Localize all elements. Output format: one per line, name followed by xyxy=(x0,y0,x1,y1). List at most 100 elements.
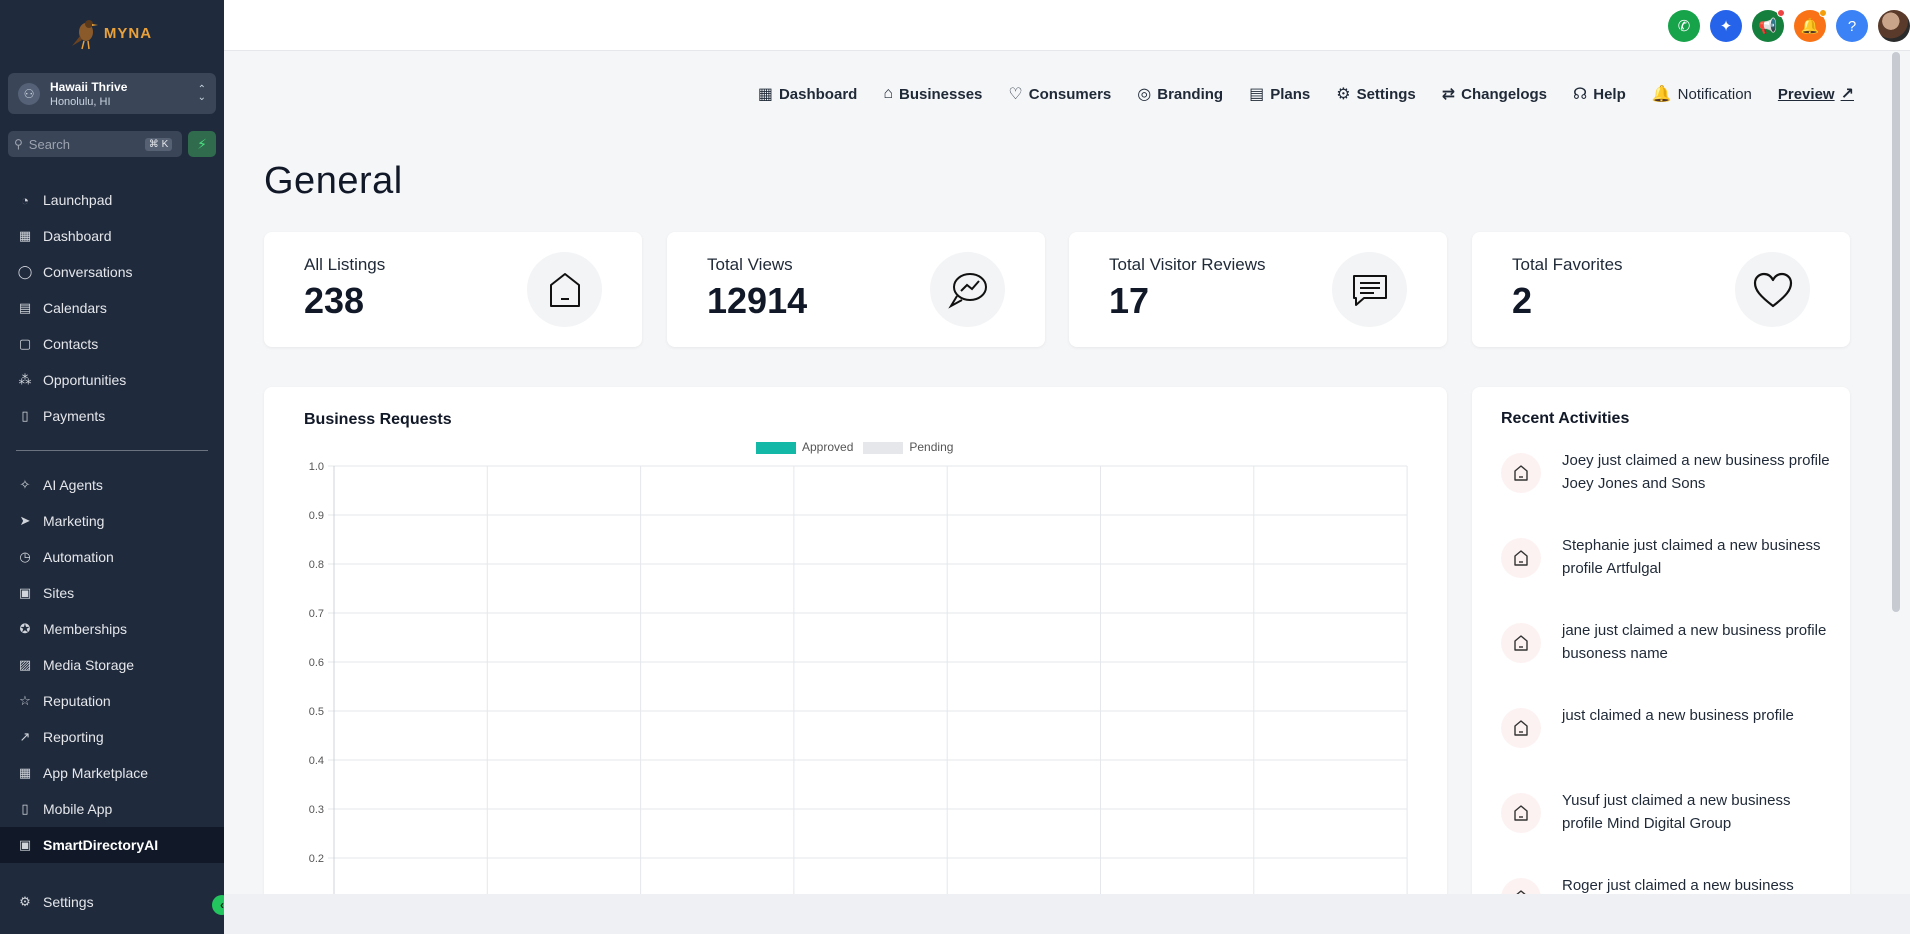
stat-card-total-views: Total Views 12914 xyxy=(667,232,1045,347)
activity-text: Joey just claimed a new business profile… xyxy=(1562,452,1830,492)
mobile-icon: ▯ xyxy=(21,801,29,816)
directory-icon: ▣ xyxy=(18,837,32,852)
nav-plans[interactable]: ▤ Plans xyxy=(1249,84,1310,104)
activity-text: Stephanie just claimed a new business pr… xyxy=(1562,537,1821,577)
stat-label: Total Views xyxy=(707,255,793,274)
bell-icon: 🔔 xyxy=(1800,18,1820,35)
stat-value: 238 xyxy=(304,280,365,321)
sidebar-item-payments[interactable]: ▯ Payments xyxy=(0,398,224,434)
sidebar-item-label: SmartDirectoryAI xyxy=(43,837,159,853)
sidebar-item-label: Reporting xyxy=(43,729,104,745)
stat-label: Total Favorites xyxy=(1512,255,1623,274)
stat-value: 12914 xyxy=(707,280,808,321)
y-tick-label: 0.6 xyxy=(309,657,324,669)
sidebar-search: ⚲ ⌘ K xyxy=(8,131,182,157)
sidebar-item-reporting[interactable]: ↗ Reporting xyxy=(0,719,224,755)
sidebar-item-calendars[interactable]: ▤ Calendars xyxy=(0,290,224,326)
sidebar-item-memberships[interactable]: ✪ Memberships xyxy=(0,611,224,647)
sidebar-item-sites[interactable]: ▣ Sites xyxy=(0,575,224,611)
launchpad-icon: ◔ xyxy=(21,192,29,208)
sidebar-item-conversations[interactable]: ◯ Conversations xyxy=(0,254,224,290)
sidebar-item-app-marketplace[interactable]: ▦ App Marketplace xyxy=(0,755,224,791)
sidebar-item-media-storage[interactable]: ▨ Media Storage xyxy=(0,647,224,683)
activity-item[interactable]: just claimed a new business profile xyxy=(1501,704,1831,789)
magic-button[interactable]: ✦ xyxy=(1710,10,1742,42)
stat-card-total-visitor-reviews: Total Visitor Reviews 17 xyxy=(1069,232,1447,347)
apps-icon: ▦ xyxy=(18,765,32,780)
location-switcher[interactable]: ⚇ Hawaii Thrive Honolulu, HI ⌃ ⌄ xyxy=(8,73,216,114)
nav-businesses[interactable]: ⌂ Businesses xyxy=(883,85,982,103)
activity-item[interactable]: Yusuf just claimed a new business profil… xyxy=(1501,789,1831,874)
nav-label: Changelogs xyxy=(1461,85,1548,103)
nav-help[interactable]: ☊ Help xyxy=(1573,84,1626,104)
directory-nav: ▦ Dashboard ⌂ Businesses ♡ Consumers ◎ Brand… xyxy=(758,84,1854,104)
quick-actions-button[interactable]: ⚡ xyxy=(188,131,216,157)
house-icon xyxy=(527,252,602,327)
gear-icon: ⚙ xyxy=(1336,86,1351,103)
nav-preview[interactable]: Preview ↗ xyxy=(1778,84,1854,104)
nav-dashboard[interactable]: ▦ Dashboard xyxy=(758,84,857,104)
nav-label: Plans xyxy=(1270,85,1311,103)
sites-icon: ▣ xyxy=(18,585,32,600)
chat-icon: ◯ xyxy=(17,264,33,279)
activity-item[interactable]: Stephanie just claimed a new business pr… xyxy=(1501,534,1831,619)
notifications-button[interactable]: 🔔 xyxy=(1794,9,1827,42)
sidebar-item-label: Media Storage xyxy=(43,657,135,673)
announcements-button[interactable]: 📢 xyxy=(1752,9,1785,42)
activity-item[interactable]: jane just claimed a new business profile… xyxy=(1501,619,1831,704)
sidebar-item-automation[interactable]: ◷ Automation xyxy=(0,539,224,575)
business-requests-chart-card: Business Requests Approved Pending 1.0 0.… xyxy=(264,387,1447,934)
sidebar-item-smartdirectoryai[interactable]: ▣ SmartDirectoryAI xyxy=(0,827,224,863)
page-scrollbar[interactable] xyxy=(1892,52,1900,612)
sidebar-primary-nav: ◔ Launchpad ▦ Dashboard ◯ Conversations ▤ Ca… xyxy=(0,182,224,434)
sidebar-item-ai-agents[interactable]: ✧ AI Agents xyxy=(0,467,224,503)
y-tick-label: 0.9 xyxy=(309,510,324,522)
sidebar-item-contacts[interactable]: ▢ Contacts xyxy=(0,326,224,362)
plans-icon: ▤ xyxy=(1249,86,1265,103)
gear-icon: ⚙ xyxy=(19,894,31,909)
phone-button[interactable]: ✆ xyxy=(1668,10,1700,42)
nav-consumers[interactable]: ♡ Consumers xyxy=(1008,84,1111,104)
sidebar-item-marketing[interactable]: ➤ Marketing xyxy=(0,503,224,539)
stat-card-all-listings: All Listings 238 xyxy=(264,232,642,347)
nav-label: Notification xyxy=(1677,85,1752,103)
sidebar-item-launchpad[interactable]: ◔ Launchpad xyxy=(0,182,224,218)
stat-card-total-favorites: Total Favorites 2 xyxy=(1472,232,1850,347)
opportunities-icon: ⁂ xyxy=(18,372,32,387)
location-name: Hawaii Thrive xyxy=(50,79,128,94)
activity-text: just claimed a new business profile xyxy=(1562,707,1794,724)
location-city: Honolulu, HI xyxy=(50,95,111,108)
ai-agents-icon: ✧ xyxy=(19,477,31,492)
sidebar-item-mobile-app[interactable]: ▯ Mobile App xyxy=(0,791,224,827)
logo[interactable]: MYNA xyxy=(0,0,224,66)
nav-label: Consumers xyxy=(1028,85,1112,103)
sidebar-item-label: Marketing xyxy=(43,513,105,529)
bird-logo-icon xyxy=(71,20,98,50)
image-icon: ▨ xyxy=(18,657,32,672)
activities-list: Joey just claimed a new business profile… xyxy=(1501,449,1831,934)
y-tick-label: 0.4 xyxy=(309,755,324,767)
nav-branding[interactable]: ◎ Branding xyxy=(1137,84,1223,104)
sidebar-item-label: Automation xyxy=(43,549,114,565)
activity-item[interactable]: Joey just claimed a new business profile… xyxy=(1501,449,1831,534)
sidebar-item-label: Contacts xyxy=(43,336,99,352)
sidebar-item-reputation[interactable]: ☆ Reputation xyxy=(0,683,224,719)
avatar[interactable] xyxy=(1878,10,1910,42)
nav-label: Help xyxy=(1593,85,1626,103)
help-button[interactable]: ? xyxy=(1836,10,1868,42)
reviews-icon xyxy=(1332,252,1407,327)
nav-notification[interactable]: 🔔 Notification xyxy=(1652,84,1752,104)
search-input[interactable] xyxy=(28,136,139,152)
nav-settings[interactable]: ⚙ Settings xyxy=(1336,84,1416,104)
sidebar-item-dashboard[interactable]: ▦ Dashboard xyxy=(0,218,224,254)
question-icon: ? xyxy=(1847,17,1857,35)
trend-icon: ↗ xyxy=(19,729,31,744)
sidebar-item-opportunities[interactable]: ⁂ Opportunities xyxy=(0,362,224,398)
nav-changelogs[interactable]: ⇄ Changelogs xyxy=(1442,84,1547,104)
sidebar-item-settings[interactable]: ⚙ Settings xyxy=(0,884,224,920)
search-icon: ⚲ xyxy=(14,137,23,151)
sidebar-item-label: Dashboard xyxy=(43,228,112,244)
house-icon xyxy=(1501,623,1541,663)
star-icon: ☆ xyxy=(19,693,31,708)
calendar-icon: ▤ xyxy=(18,300,32,315)
